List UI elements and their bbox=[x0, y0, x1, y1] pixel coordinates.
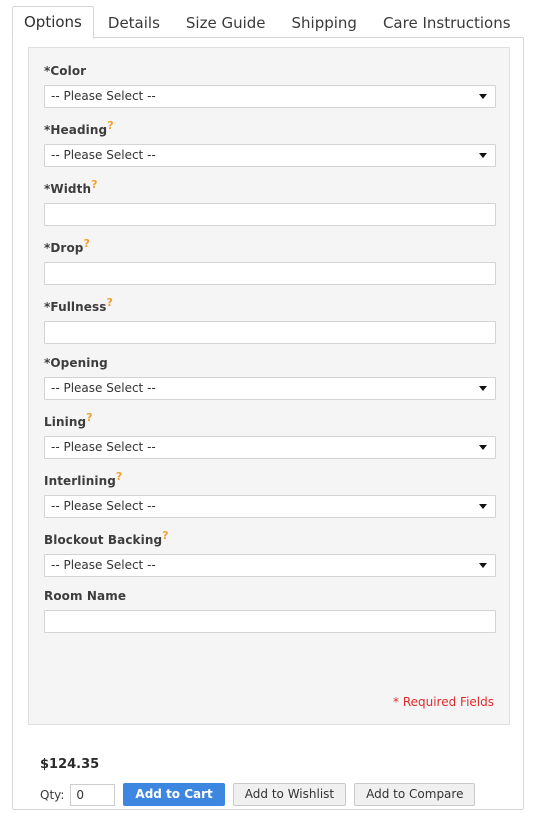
tab-shipping[interactable]: Shipping bbox=[280, 7, 369, 39]
select-value: -- Please Select -- bbox=[51, 499, 156, 513]
chevron-down-icon bbox=[479, 94, 487, 99]
options-panel: *Color -- Please Select -- *Heading? -- Ple… bbox=[12, 37, 524, 810]
tab-label: Options bbox=[24, 13, 82, 31]
purchase-controls: Qty: Add to Cart Add to Wishlist Add to … bbox=[40, 783, 476, 806]
field-label-text: *Color bbox=[44, 64, 87, 78]
field-label-text: Lining bbox=[44, 415, 87, 429]
chevron-down-icon bbox=[479, 563, 487, 568]
select-value: -- Please Select -- bbox=[51, 89, 156, 103]
select-value: -- Please Select -- bbox=[51, 440, 156, 454]
required-fields-note: * Required Fields bbox=[393, 695, 494, 709]
options-field-list: *Color -- Please Select -- *Heading? -- Ple… bbox=[44, 64, 496, 633]
field-label-drop: *Drop? bbox=[44, 238, 494, 255]
help-question-icon[interactable]: ? bbox=[86, 411, 92, 424]
select-value: -- Please Select -- bbox=[51, 148, 156, 162]
tab-care-instructions[interactable]: Care Instructions bbox=[371, 7, 523, 39]
product-price: $124.35 bbox=[40, 757, 100, 772]
tab-label: Size Guide bbox=[185, 14, 266, 32]
field-label-text: *Heading bbox=[44, 123, 108, 137]
field-label-text: Interlining bbox=[44, 474, 116, 488]
chevron-down-icon bbox=[479, 445, 487, 450]
select-value: -- Please Select -- bbox=[51, 381, 156, 395]
product-tab-bar: Options Details Size Guide Shipping Care Ins… bbox=[0, 0, 536, 39]
field-label-fullness: *Fullness? bbox=[44, 297, 494, 314]
chevron-down-icon bbox=[479, 504, 487, 509]
field-label-room-name: Room Name bbox=[44, 589, 494, 603]
select-lining[interactable]: -- Please Select -- bbox=[44, 436, 496, 459]
select-opening[interactable]: -- Please Select -- bbox=[44, 377, 496, 400]
select-interlining[interactable]: -- Please Select -- bbox=[44, 495, 496, 518]
field-fullness: *Fullness? bbox=[44, 297, 496, 344]
input-room-name[interactable] bbox=[44, 610, 496, 633]
help-question-icon[interactable]: ? bbox=[162, 529, 168, 542]
tab-label: Details bbox=[107, 14, 160, 32]
field-blockout-backing: Blockout Backing? -- Please Select -- bbox=[44, 530, 496, 577]
field-heading: *Heading? -- Please Select -- bbox=[44, 120, 496, 167]
field-label-width: *Width? bbox=[44, 179, 494, 196]
help-question-icon[interactable]: ? bbox=[84, 237, 90, 250]
options-form: *Color -- Please Select -- *Heading? -- Ple… bbox=[28, 47, 510, 725]
input-width[interactable] bbox=[44, 203, 496, 226]
field-label-text: *Opening bbox=[44, 356, 108, 370]
field-label-opening: *Opening bbox=[44, 356, 494, 370]
field-lining: Lining? -- Please Select -- bbox=[44, 412, 496, 459]
tab-label: Care Instructions bbox=[382, 14, 511, 32]
select-value: -- Please Select -- bbox=[51, 558, 156, 572]
input-drop[interactable] bbox=[44, 262, 496, 285]
qty-input[interactable] bbox=[70, 783, 116, 806]
field-label-interlining: Interlining? bbox=[44, 471, 494, 488]
field-label-text: Room Name bbox=[44, 589, 127, 603]
add-to-compare-button[interactable]: Add to Compare bbox=[354, 783, 476, 806]
tab-label: Shipping bbox=[291, 14, 357, 32]
input-fullness[interactable] bbox=[44, 321, 496, 344]
qty-label: Qty: bbox=[40, 787, 65, 802]
field-color: *Color -- Please Select -- bbox=[44, 64, 496, 108]
field-label-color: *Color bbox=[44, 64, 494, 78]
help-question-icon[interactable]: ? bbox=[116, 470, 122, 483]
select-blockout-backing[interactable]: -- Please Select -- bbox=[44, 554, 496, 577]
help-question-icon[interactable]: ? bbox=[107, 119, 113, 132]
field-room-name: Room Name bbox=[44, 589, 496, 633]
chevron-down-icon bbox=[479, 153, 487, 158]
add-to-wishlist-button[interactable]: Add to Wishlist bbox=[232, 783, 347, 806]
field-width: *Width? bbox=[44, 179, 496, 226]
field-label-lining: Lining? bbox=[44, 412, 494, 429]
field-label-blockout-backing: Blockout Backing? bbox=[44, 530, 494, 547]
field-label-heading: *Heading? bbox=[44, 120, 494, 137]
field-interlining: Interlining? -- Please Select -- bbox=[44, 471, 496, 518]
tab-options[interactable]: Options bbox=[12, 6, 94, 39]
help-question-icon[interactable]: ? bbox=[107, 296, 113, 309]
field-label-text: *Drop bbox=[44, 241, 84, 255]
add-to-cart-button[interactable]: Add to Cart bbox=[123, 783, 225, 806]
field-label-text: *Fullness bbox=[44, 300, 107, 314]
field-label-text: Blockout Backing bbox=[44, 533, 163, 547]
field-drop: *Drop? bbox=[44, 238, 496, 285]
help-question-icon[interactable]: ? bbox=[91, 178, 97, 191]
select-heading[interactable]: -- Please Select -- bbox=[44, 144, 496, 167]
field-label-text: *Width bbox=[44, 182, 92, 196]
tab-size-guide[interactable]: Size Guide bbox=[174, 7, 278, 39]
field-opening: *Opening -- Please Select -- bbox=[44, 356, 496, 400]
tab-details[interactable]: Details bbox=[96, 7, 172, 39]
chevron-down-icon bbox=[479, 386, 487, 391]
select-color[interactable]: -- Please Select -- bbox=[44, 85, 496, 108]
